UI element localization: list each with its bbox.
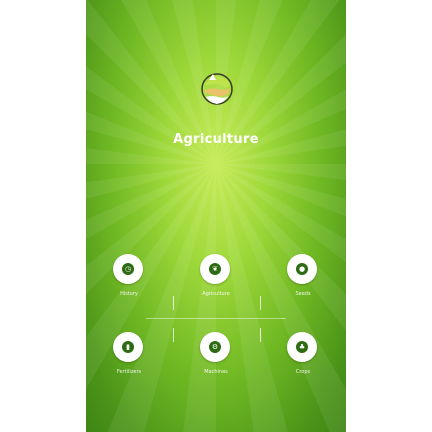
divider (173, 296, 174, 310)
menu-tile-history[interactable]: ◷ History (99, 254, 159, 298)
menu-label-seeds: Seeds (295, 291, 311, 297)
crops-button[interactable]: ♣ (287, 332, 317, 362)
sprout-icon: ♣ (296, 341, 308, 353)
menu-tile-machines[interactable]: ⚙ Machines (186, 332, 246, 376)
history-icon: ◷ (122, 263, 134, 275)
menu-label-crops: Crops (295, 369, 311, 375)
menu-row-2: ▮ Fertilizers ⚙ Machines ♣ Crops (86, 332, 346, 375)
menu-label-fertilizers: Fertilizers (116, 369, 142, 375)
menu-row-1: ◷ History ❦ Agriculture ● Seeds (86, 254, 346, 297)
menu-tile-fertilizers[interactable]: ▮ Fertilizers (99, 332, 159, 376)
leaf-icon: ❦ (209, 263, 221, 275)
menu-tile-agriculture[interactable]: ❦ Agriculture (186, 254, 246, 298)
app-screen: Agriculture ◷ History ❦ Agriculture ● Se… (86, 0, 346, 432)
tractor-icon: ⚙ (209, 341, 221, 353)
menu-tile-seeds[interactable]: ● Seeds (273, 254, 333, 298)
menu-label-history: History (120, 291, 138, 297)
app-title: Agriculture (173, 132, 259, 147)
agriculture-button[interactable]: ❦ (200, 254, 230, 284)
divider (260, 296, 261, 310)
divider (146, 318, 286, 319)
menu-label-agriculture: Agriculture (202, 291, 230, 297)
history-button[interactable]: ◷ (113, 254, 143, 284)
menu-tile-crops[interactable]: ♣ Crops (273, 332, 333, 376)
fertilizers-button[interactable]: ▮ (113, 332, 143, 362)
fertilizer-icon: ▮ (122, 341, 134, 353)
menu-label-machines: Machines (204, 369, 228, 375)
machines-button[interactable]: ⚙ (200, 332, 230, 362)
seeds-button[interactable]: ● (287, 254, 317, 284)
agriculture-logo-icon (201, 73, 233, 105)
seed-icon: ● (296, 263, 308, 275)
